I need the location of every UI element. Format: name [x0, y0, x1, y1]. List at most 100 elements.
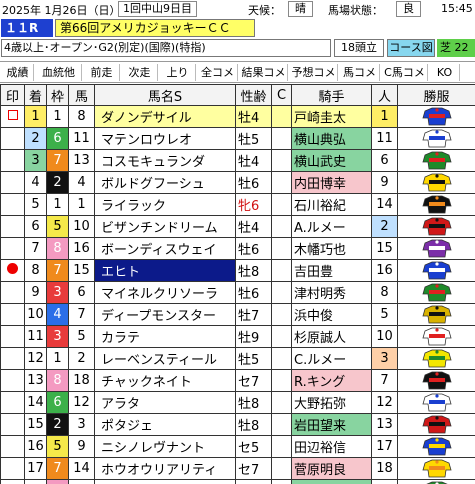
jockey-name[interactable]: 内田博幸 — [291, 171, 372, 194]
header-name[interactable]: 馬名S — [94, 84, 236, 106]
horse-name[interactable]: マイネルクリソーラ — [94, 281, 236, 304]
meeting-selector[interactable]: 1回中山9日目 — [118, 1, 197, 17]
jockey-name[interactable]: 石川裕紀 — [291, 193, 372, 216]
table-row[interactable]: 11 3 5 カラテ 牡9 杉原誠人 10 — [0, 325, 475, 348]
jockey-name[interactable]: 吉田豊 — [291, 259, 372, 282]
mark-cell[interactable] — [0, 149, 25, 172]
mark-cell[interactable] — [0, 193, 25, 216]
table-row[interactable]: 4 2 4 ボルドグフーシュ 牡6 内田博幸 9 — [0, 171, 475, 194]
table-row[interactable]: 12 1 2 レーベンスティール 牡5 C.ルメー 3 — [0, 347, 475, 370]
horse-name[interactable]: エヒト — [94, 259, 236, 282]
mark-cell[interactable] — [0, 325, 25, 348]
header-jockey[interactable]: 騎手 — [291, 84, 372, 106]
header-silk[interactable]: 勝服 — [397, 84, 475, 106]
table-row[interactable]: 1 1 8 ダノンデサイル 牡4 戸崎圭太 1 — [0, 105, 475, 128]
header-uma[interactable]: 馬 — [68, 84, 95, 106]
mark-cell[interactable] — [0, 391, 25, 414]
jockey-name[interactable]: R.キング — [291, 369, 372, 392]
table-row[interactable]: 7 8 16 ボーンディスウェイ 牡6 木幡巧也 15 — [0, 237, 475, 260]
horse-name[interactable]: マテンロウレオ — [94, 127, 236, 150]
menu-item-3[interactable]: 次走 — [122, 64, 158, 81]
mark-cell[interactable] — [0, 369, 25, 392]
header-mark[interactable]: 印 — [0, 84, 25, 106]
horse-name[interactable]: ボーンディスウェイ — [94, 237, 236, 260]
table-row[interactable]: 9 3 6 マイネルクリソーラ 牡6 津村明秀 8 — [0, 281, 475, 304]
jockey-name[interactable]: 津村明秀 — [291, 281, 372, 304]
table-row[interactable]: 8 7 15 エヒト 牡8 吉田豊 16 — [0, 259, 475, 282]
table-row[interactable]: 14 6 12 アラタ 牡8 大野拓弥 12 — [0, 391, 475, 414]
table-row[interactable]: 16 5 9 ニシノレヴナント セ5 田辺裕信 17 — [0, 435, 475, 458]
table-row[interactable]: 15 2 3 ポタジェ 牡8 岩田望来 13 — [0, 413, 475, 436]
horse-name[interactable]: ボルドグフーシュ — [94, 171, 236, 194]
menu-item-9[interactable]: C馬コメ — [382, 64, 428, 81]
header-chaku[interactable]: 着 — [24, 84, 47, 106]
horse-name[interactable]: カラテ — [94, 325, 236, 348]
jockey-name[interactable]: A.ルメー — [291, 215, 372, 238]
jockey-name[interactable]: C.ルメー — [291, 347, 372, 370]
table-row[interactable]: 3 7 13 コスモキュランダ 牡4 横山武史 6 — [0, 149, 475, 172]
jockey-name[interactable]: 横山和生 — [291, 479, 372, 484]
jockey-name[interactable]: 田辺裕信 — [291, 435, 372, 458]
horse-name[interactable]: ダノンデサイル — [94, 105, 236, 128]
table-row[interactable]: 10 4 7 ディープモンスター 牡7 浜中俊 5 — [0, 303, 475, 326]
course-map-button[interactable]: コース図 — [387, 39, 435, 57]
jockey-name[interactable]: 戸崎圭太 — [291, 105, 372, 128]
table-row[interactable]: 17 7 14 ホウオウリアリティ セ7 菅原明良 18 — [0, 457, 475, 480]
jockey-name[interactable]: 横山武史 — [291, 149, 372, 172]
mark-cell[interactable] — [0, 105, 25, 128]
menu-item-1[interactable]: 血統他 — [36, 64, 82, 81]
header-waku[interactable]: 枠 — [46, 84, 69, 106]
mark-cell[interactable] — [0, 259, 25, 282]
mark-cell[interactable] — [0, 413, 25, 436]
race-date: 2025年 1月26日（日） — [2, 4, 121, 17]
menu-item-5[interactable]: 全コメ — [198, 64, 238, 81]
jockey-name[interactable]: 杉原誠人 — [291, 325, 372, 348]
mark-cell[interactable] — [0, 171, 25, 194]
menu-item-6[interactable]: 結果コメ — [240, 64, 288, 81]
horse-name[interactable]: ライラック — [94, 193, 236, 216]
menu-item-0[interactable]: 成績 — [2, 64, 34, 81]
header-sexage[interactable]: 性齢 — [235, 84, 272, 106]
race-number[interactable]: １１R — [1, 19, 53, 37]
header-c[interactable]: C — [271, 84, 292, 106]
table-row[interactable]: 6 5 10 ビザンチンドリーム 牡4 A.ルメー 2 — [0, 215, 475, 238]
horse-name[interactable]: ディープモンスター — [94, 303, 236, 326]
jockey-name[interactable]: 木幡巧也 — [291, 237, 372, 260]
horse-name[interactable]: ビザンチンドリーム — [94, 215, 236, 238]
menu-item-7[interactable]: 予想コメ — [290, 64, 338, 81]
mark-cell[interactable] — [0, 457, 25, 480]
horse-name[interactable]: ホウオウリアリティ — [94, 457, 236, 480]
table-row[interactable]: 2 6 11 マテンロウレオ 牡5 横山典弘 11 — [0, 127, 475, 150]
mark-cell[interactable] — [0, 237, 25, 260]
header-pop[interactable]: 人 — [371, 84, 398, 106]
horse-name[interactable]: チャックネイト — [94, 369, 236, 392]
horse-name[interactable]: コスモキュランダ — [94, 149, 236, 172]
horse-name[interactable]: アウスヴァール — [94, 479, 236, 484]
menu-item-8[interactable]: 馬コメ — [340, 64, 380, 81]
finish-position: 15 — [24, 413, 47, 436]
menu-item-10[interactable]: KO — [430, 64, 460, 81]
horse-name[interactable]: アラタ — [94, 391, 236, 414]
menu-item-2[interactable]: 前走 — [84, 64, 120, 81]
jockey-name[interactable]: 菅原明良 — [291, 457, 372, 480]
mark-cell[interactable] — [0, 435, 25, 458]
horse-name[interactable]: ニシノレヴナント — [94, 435, 236, 458]
table-row[interactable]: 13 8 18 チャックネイト セ7 R.キング 7 — [0, 369, 475, 392]
jockey-name[interactable]: 岩田望来 — [291, 413, 372, 436]
jockey-name[interactable]: 浜中俊 — [291, 303, 372, 326]
table-row[interactable]: 18817アウスヴァールセ7 横山和生4 — [0, 479, 475, 484]
horse-name[interactable]: ポタジェ — [94, 413, 236, 436]
table-row[interactable]: 5 1 1 ライラック 牝6 石川裕紀 14 — [0, 193, 475, 216]
mark-cell[interactable] — [0, 127, 25, 150]
mark-cell[interactable] — [0, 215, 25, 238]
horse-name[interactable]: レーベンスティール — [94, 347, 236, 370]
mark-cell[interactable] — [0, 303, 25, 326]
mark-cell[interactable] — [0, 347, 25, 370]
jockey-name[interactable]: 横山典弘 — [291, 127, 372, 150]
jockey-name[interactable]: 大野拓弥 — [291, 391, 372, 414]
weather-value: 晴 — [288, 1, 313, 17]
gate-number: 2 — [46, 171, 69, 194]
mark-cell[interactable] — [0, 479, 25, 484]
mark-cell[interactable] — [0, 281, 25, 304]
menu-item-4[interactable]: 上り — [160, 64, 196, 81]
